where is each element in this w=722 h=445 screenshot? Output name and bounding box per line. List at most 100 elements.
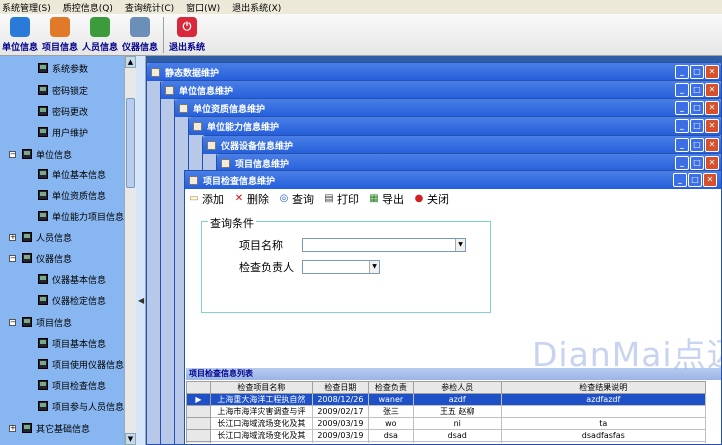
tree-item-4[interactable]: − 单位信息 — [9, 146, 72, 162]
menu-item-4[interactable]: 退出系统(X) — [232, 1, 281, 14]
minimize-icon[interactable]: _ — [675, 138, 689, 152]
table-cell[interactable]: 张三 — [367, 405, 414, 418]
close-icon[interactable]: ✕ — [705, 65, 719, 79]
toolbar-action-4[interactable]: ▦ 导出 — [369, 191, 404, 207]
table-cell[interactable] — [500, 405, 706, 418]
chevron-down-icon[interactable]: ▼ — [369, 261, 379, 273]
window-titlebar[interactable]: 仪器设备信息维护 _ □ ✕ — [203, 136, 721, 154]
tree-expander-icon[interactable]: + — [9, 424, 16, 432]
maximize-icon[interactable]: □ — [690, 65, 704, 79]
column-header-2[interactable]: 检查负责 — [367, 381, 414, 394]
toolbar-button-4[interactable]: ⏻ 退出系统 — [167, 14, 207, 56]
row-indicator[interactable] — [186, 429, 211, 442]
column-header-0[interactable]: 检查项目名称 — [209, 381, 313, 394]
window-titlebar[interactable]: 单位资质信息维护 _ □ ✕ — [175, 99, 721, 117]
maximize-icon[interactable]: □ — [690, 83, 704, 97]
scroll-down-arrow-icon[interactable]: ▼ — [125, 433, 136, 445]
inspector-select[interactable]: ▼ — [302, 260, 380, 274]
tree-item-1[interactable]: 密码锁定 — [38, 82, 88, 98]
tree-item-10[interactable]: 仪器基本信息 — [38, 271, 106, 287]
table-cell[interactable]: wo — [367, 417, 414, 430]
toolbar-action-0[interactable]: ▭ 添加 — [189, 191, 224, 207]
tree-item-12[interactable]: − 项目信息 — [9, 314, 72, 330]
column-header-4[interactable]: 检查结果说明 — [500, 381, 706, 394]
maximize-icon[interactable]: □ — [690, 101, 704, 115]
menu-item-3[interactable]: 窗口(W) — [186, 1, 220, 14]
table-cell[interactable]: 2009/03/19 — [311, 441, 369, 443]
table-row[interactable]: 上海市海洋灾害调查与评 2009/02/17 张三 王五 赵柳 — [186, 405, 706, 418]
window-titlebar[interactable]: 静态数据维护 _ □ ✕ — [147, 63, 721, 81]
project-name-select[interactable]: ▼ — [302, 238, 466, 252]
tree-item-7[interactable]: 单位能力项目信息 — [38, 208, 124, 224]
minimize-icon[interactable]: _ — [673, 173, 687, 187]
close-icon[interactable]: ✕ — [705, 138, 719, 152]
table-row[interactable]: 长江口海域流场变化及其2009/03/19fdsfdsfsd — [186, 441, 706, 443]
table-cell[interactable]: 2009/03/19 — [311, 429, 369, 442]
table-cell[interactable]: ni — [412, 417, 502, 430]
table-row[interactable]: 长江口海域流场变化及其 2009/03/19 wo ni ta — [186, 417, 706, 430]
close-icon[interactable]: ✕ — [703, 173, 717, 187]
table-cell[interactable]: 长江口海域流场变化及其 — [209, 441, 313, 443]
table-cell[interactable]: 2009/02/17 — [311, 405, 369, 418]
table-cell[interactable]: fds — [367, 441, 414, 443]
minimize-icon[interactable]: _ — [675, 119, 689, 133]
tree-item-11[interactable]: 仪器检定信息 — [38, 292, 106, 308]
table-cell[interactable]: dsadfasfas — [500, 429, 706, 442]
table-cell[interactable]: 2008/12/26 — [311, 393, 369, 406]
table-cell[interactable]: 长江口海域流场变化及其 — [209, 429, 313, 442]
menu-item-1[interactable]: 质控信息(Q) — [63, 1, 113, 14]
table-row[interactable]: ▶ 上海重大海洋工程执自然 2008/12/26 waner azdf azdfazdf — [186, 393, 706, 406]
maximize-icon[interactable]: □ — [690, 119, 704, 133]
close-icon[interactable]: ✕ — [705, 83, 719, 97]
tree-item-15[interactable]: 项目检查信息 — [38, 377, 106, 393]
table-cell[interactable]: fsd — [500, 441, 706, 443]
toolbar-button-2[interactable]: 人员信息 — [80, 14, 120, 56]
toolbar-action-2[interactable]: ◎ 查询 — [279, 191, 314, 207]
column-header-3[interactable]: 参检人员 — [412, 381, 502, 394]
close-icon[interactable]: ✕ — [705, 101, 719, 115]
maximize-icon[interactable]: □ — [690, 138, 704, 152]
table-cell[interactable]: 2009/03/19 — [311, 417, 369, 430]
tree-item-9[interactable]: − 仪器信息 — [9, 250, 72, 266]
tree-item-8[interactable]: + 人员信息 — [9, 229, 72, 245]
chevron-down-icon[interactable]: ▼ — [455, 239, 465, 251]
row-indicator[interactable] — [186, 405, 211, 418]
scroll-up-arrow-icon[interactable]: ▲ — [125, 56, 136, 68]
close-icon[interactable]: ✕ — [705, 156, 719, 170]
minimize-icon[interactable]: _ — [675, 83, 689, 97]
table-cell[interactable]: ta — [500, 417, 706, 430]
row-indicator[interactable]: ▶ — [186, 393, 211, 406]
tree-item-6[interactable]: 单位资质信息 — [38, 187, 106, 203]
table-cell[interactable]: azdfazdf — [500, 393, 706, 406]
tree-expander-icon[interactable]: − — [9, 318, 16, 326]
tree-scrollbar[interactable]: ▲ ▼ — [124, 56, 136, 445]
toolbar-action-5[interactable]: ● 关闭 — [414, 191, 449, 207]
tree-item-13[interactable]: 项目基本信息 — [38, 335, 106, 351]
minimize-icon[interactable]: _ — [675, 65, 689, 79]
tree-expander-icon[interactable]: − — [9, 150, 16, 158]
row-indicator[interactable] — [186, 441, 211, 443]
toolbar-action-1[interactable]: ✕ 删除 — [234, 191, 269, 207]
minimize-icon[interactable]: _ — [675, 101, 689, 115]
tree-item-0[interactable]: 系统参数 — [38, 60, 88, 76]
tree-expander-icon[interactable]: + — [9, 233, 16, 241]
table-cell[interactable]: 上海市海洋灾害调查与评 — [209, 405, 313, 418]
panel-splitter[interactable]: ◀ — [136, 56, 146, 445]
tree-item-16[interactable]: 项目参与人员信息 — [38, 398, 124, 414]
table-row[interactable]: 长江口海域流场变化及其 2009/03/19 dsa dsad dsadfasfas — [186, 429, 706, 442]
tree-item-3[interactable]: 用户维护 — [38, 124, 88, 140]
table-cell[interactable]: fds — [412, 441, 502, 443]
window-titlebar[interactable]: 项目检查信息维护 _ □ ✕ — [185, 171, 721, 189]
menu-item-0[interactable]: 系统管理(S) — [2, 1, 51, 14]
column-header-1[interactable]: 检查日期 — [311, 381, 369, 394]
tree-item-17[interactable]: + 其它基础信息 — [9, 420, 90, 436]
table-cell[interactable]: 王五 赵柳 — [412, 405, 502, 418]
table-cell[interactable]: 上海重大海洋工程执自然 — [209, 393, 313, 406]
maximize-icon[interactable]: □ — [688, 173, 702, 187]
collapse-arrow-icon[interactable]: ◀ — [138, 296, 144, 305]
maximize-icon[interactable]: □ — [690, 156, 704, 170]
table-cell[interactable]: 长江口海域流场变化及其 — [209, 417, 313, 430]
table-cell[interactable]: dsa — [367, 429, 414, 442]
table-cell[interactable]: dsad — [412, 429, 502, 442]
table-cell[interactable]: azdf — [412, 393, 502, 406]
